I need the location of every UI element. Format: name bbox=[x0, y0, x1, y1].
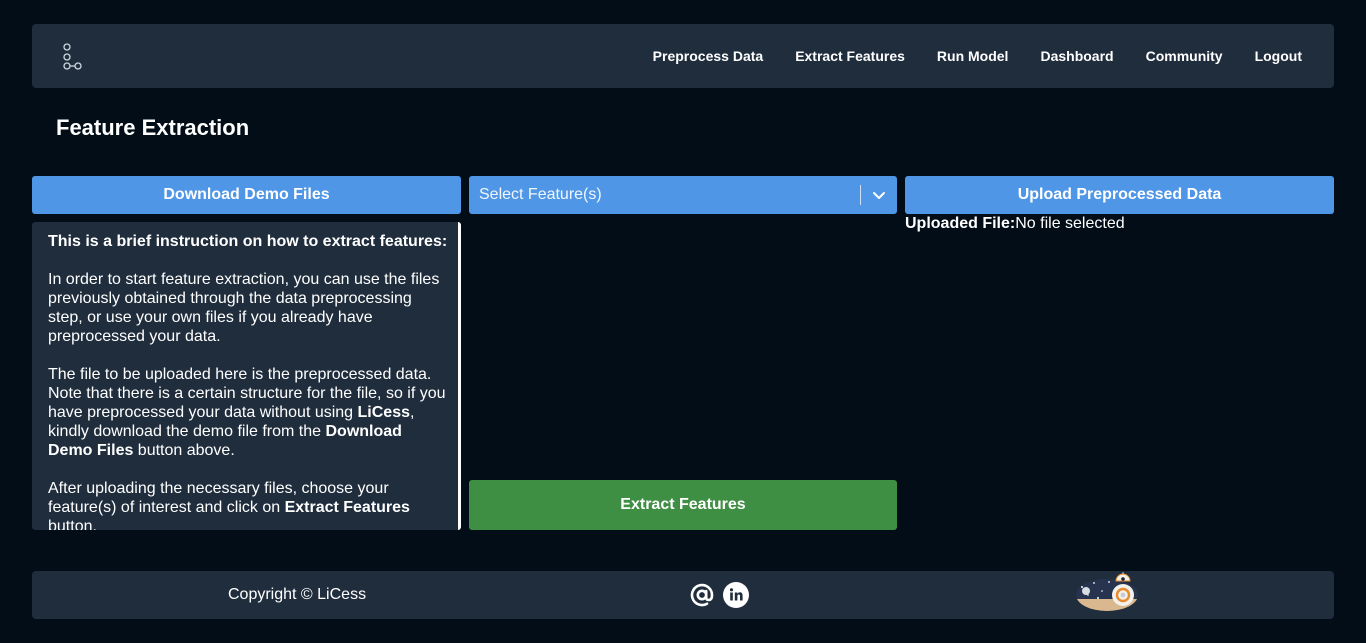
upload-preprocessed-data-button[interactable]: Upload Preprocessed Data bbox=[905, 176, 1334, 214]
copyright-text: Copyright © LiCess bbox=[228, 586, 367, 603]
instructions-paragraph-3: After uploading the necessary files, cho… bbox=[48, 480, 410, 530]
instructions-panel: This is a brief instruction on how to ex… bbox=[32, 222, 461, 530]
main-nav: Preprocess Data Extract Features Run Mod… bbox=[653, 24, 1302, 88]
nav-logout[interactable]: Logout bbox=[1255, 48, 1302, 64]
instructions-heading: This is a brief instruction on how to ex… bbox=[48, 233, 448, 250]
nav-dashboard[interactable]: Dashboard bbox=[1040, 48, 1113, 64]
email-at-icon[interactable] bbox=[689, 582, 715, 608]
instructions-content: This is a brief instruction on how to ex… bbox=[48, 232, 448, 530]
feature-select-placeholder: Select Feature(s) bbox=[479, 186, 602, 203]
instructions-scrollbar[interactable] bbox=[458, 222, 461, 530]
page-title: Feature Extraction bbox=[56, 115, 250, 140]
top-navbar: Preprocess Data Extract Features Run Mod… bbox=[32, 24, 1334, 88]
uploaded-file-value: No file selected bbox=[1015, 215, 1125, 232]
bb8-robot-illustration bbox=[1076, 572, 1138, 611]
nav-community[interactable]: Community bbox=[1146, 48, 1223, 64]
instructions-paragraph-2: The file to be uploaded here is the prep… bbox=[48, 366, 446, 459]
extract-features-button[interactable]: Extract Features bbox=[469, 480, 897, 530]
select-separator bbox=[860, 185, 861, 205]
uploaded-file-label: Uploaded File: bbox=[905, 215, 1016, 232]
linkedin-icon[interactable] bbox=[723, 582, 749, 608]
nav-preprocess-data[interactable]: Preprocess Data bbox=[653, 48, 764, 64]
download-demo-files-button[interactable]: Download Demo Files bbox=[32, 176, 461, 214]
instructions-paragraph-1: In order to start feature extraction, yo… bbox=[48, 271, 440, 345]
nav-extract-features[interactable]: Extract Features bbox=[795, 48, 905, 64]
nav-run-model[interactable]: Run Model bbox=[937, 48, 1009, 64]
licess-logo-icon[interactable] bbox=[62, 43, 84, 71]
feature-select[interactable]: Select Feature(s) bbox=[469, 176, 897, 214]
uploaded-file-status: Uploaded File:No file selected bbox=[905, 215, 1125, 233]
chevron-down-icon[interactable] bbox=[871, 187, 887, 203]
footer: Copyright © LiCess bbox=[32, 571, 1334, 619]
